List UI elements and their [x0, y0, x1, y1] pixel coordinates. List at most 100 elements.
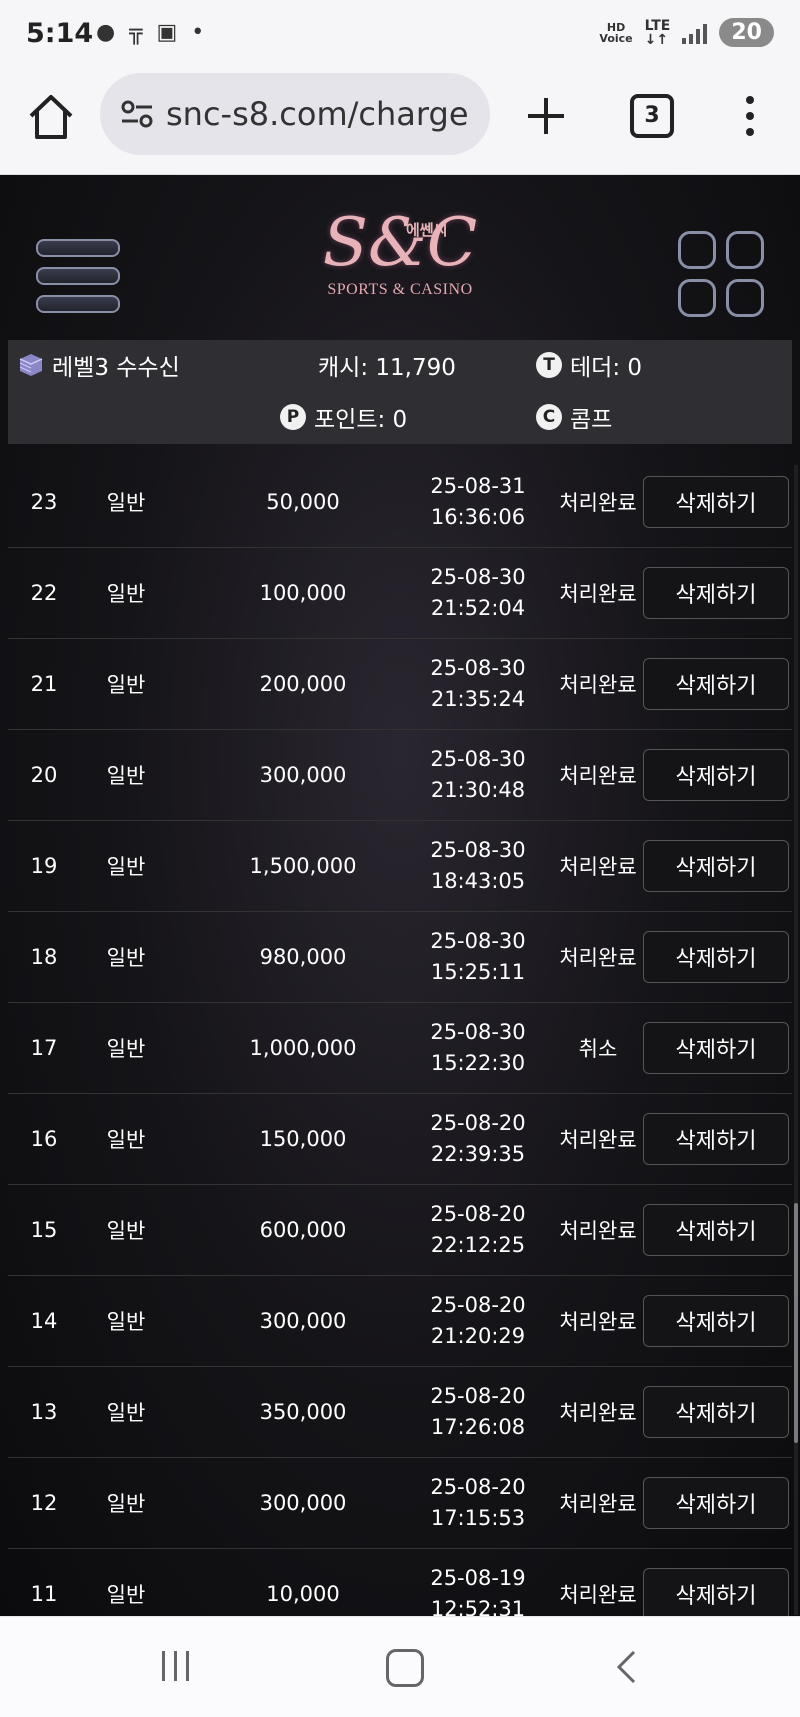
- row-action: 삭제하기: [643, 548, 789, 638]
- row-action: 삭제하기: [643, 457, 789, 547]
- delete-button[interactable]: 삭제하기: [643, 1568, 789, 1616]
- row-number: 21: [30, 672, 58, 696]
- comp-text: 콤프: [570, 407, 613, 433]
- delete-button[interactable]: 삭제하기: [643, 476, 789, 528]
- delete-button[interactable]: 삭제하기: [643, 749, 789, 801]
- table-row: 20 일반 300,000 25-08-30 21:30:48 처리완료 삭제하기: [8, 730, 792, 821]
- status-bar: 5:14 ● ╦ ▣ • HD Voice LTE ↓↑ 20: [0, 0, 800, 70]
- delete-button[interactable]: 삭제하기: [643, 1477, 789, 1529]
- row-time: 17:26:08: [430, 1415, 526, 1439]
- row-date: 25-08-19: [430, 1566, 526, 1590]
- home-icon[interactable]: [26, 92, 76, 142]
- row-date: 25-08-30: [430, 565, 526, 589]
- row-date: 25-08-30: [430, 1020, 526, 1044]
- comp-balance[interactable]: C 콤프: [536, 400, 612, 434]
- delete-button[interactable]: 삭제하기: [643, 1022, 789, 1074]
- row-status: 처리완료: [559, 491, 637, 515]
- browser-toolbar: snc-s8.com/charge 3: [0, 70, 800, 175]
- url-text[interactable]: snc-s8.com/charge: [166, 95, 469, 133]
- row-amount: 980,000: [259, 945, 347, 969]
- row-status: 처리완료: [559, 1310, 637, 1334]
- recent-apps-icon[interactable]: [162, 1651, 189, 1681]
- row-number: 11: [30, 1582, 58, 1606]
- row-time: 18:43:05: [430, 869, 526, 893]
- row-datetime: 25-08-30 18:43:05: [408, 821, 548, 911]
- row-type: 일반: [106, 1037, 146, 1061]
- row-date: 25-08-20: [430, 1384, 526, 1408]
- delete-button[interactable]: 삭제하기: [643, 1113, 789, 1165]
- delete-button[interactable]: 삭제하기: [643, 1386, 789, 1438]
- user-info-bar: 레벨3 수수신 캐시: 11,790 T 테더: 0 P 포인트: 0 C 콤프: [8, 340, 792, 444]
- user-level-text: 레벨3 수수신: [52, 355, 180, 381]
- point-balance: P 포인트: 0: [280, 400, 407, 434]
- status-time: 5:14: [26, 18, 94, 49]
- point-text: 포인트: 0: [314, 407, 408, 433]
- row-number: 12: [30, 1491, 58, 1515]
- row-action: 삭제하기: [643, 1458, 789, 1548]
- table-row: 22 일반 100,000 25-08-30 21:52:04 처리완료 삭제하기: [8, 548, 792, 639]
- row-time: 15:25:11: [430, 960, 526, 984]
- delete-button[interactable]: 삭제하기: [643, 658, 789, 710]
- row-datetime: 25-08-30 15:22:30: [408, 1003, 548, 1093]
- row-amount: 600,000: [259, 1218, 347, 1242]
- row-time: 21:30:48: [430, 778, 526, 802]
- row-status: 처리완료: [559, 673, 637, 697]
- lte-label: LTE: [644, 17, 671, 34]
- site-settings-icon[interactable]: [118, 94, 158, 134]
- logo-korean-text: 에쎈씨: [406, 221, 448, 239]
- tether-balance: T 테더: 0: [536, 348, 642, 382]
- user-level: 레벨3 수수신: [18, 348, 180, 382]
- scrollbar-thumb[interactable]: [794, 1203, 798, 1443]
- address-bar[interactable]: snc-s8.com/charge: [100, 73, 490, 155]
- row-time: 21:20:29: [430, 1324, 526, 1348]
- row-type: 일반: [106, 1310, 146, 1334]
- point-icon: P: [280, 404, 306, 430]
- tab-switcher-button[interactable]: 3: [630, 94, 674, 138]
- row-date: 25-08-20: [430, 1293, 526, 1317]
- row-amount: 300,000: [259, 1491, 347, 1515]
- row-status: 처리완료: [559, 764, 637, 788]
- row-number: 13: [30, 1400, 58, 1424]
- row-action: 삭제하기: [643, 1185, 789, 1275]
- hamburger-menu-icon[interactable]: [36, 239, 120, 313]
- delete-button[interactable]: 삭제하기: [643, 840, 789, 892]
- grid-menu-icon[interactable]: [678, 231, 764, 317]
- site-logo[interactable]: S&C 에쎈씨 SPORTS & CASINO: [320, 185, 480, 335]
- row-status: 취소: [578, 1037, 618, 1061]
- row-datetime: 25-08-19 12:52:31: [408, 1549, 548, 1616]
- new-tab-icon[interactable]: [524, 94, 568, 138]
- row-date: 25-08-30: [430, 838, 526, 862]
- row-time: 21:35:24: [430, 687, 526, 711]
- row-time: 22:12:25: [430, 1233, 526, 1257]
- row-date: 25-08-30: [430, 656, 526, 680]
- row-action: 삭제하기: [643, 1094, 789, 1184]
- row-amount: 350,000: [259, 1400, 347, 1424]
- logo-main-text: S&C: [322, 204, 478, 281]
- row-datetime: 25-08-20 17:26:08: [408, 1367, 548, 1457]
- delete-button[interactable]: 삭제하기: [643, 931, 789, 983]
- row-datetime: 25-08-20 22:39:35: [408, 1094, 548, 1184]
- home-nav-icon[interactable]: [386, 1649, 424, 1687]
- row-time: 17:15:53: [430, 1506, 526, 1530]
- row-time: 12:52:31: [430, 1597, 526, 1616]
- delete-button[interactable]: 삭제하기: [643, 1295, 789, 1347]
- delete-button[interactable]: 삭제하기: [643, 567, 789, 619]
- row-type: 일반: [106, 946, 146, 970]
- browser-menu-icon[interactable]: [740, 92, 760, 140]
- row-date: 25-08-30: [430, 747, 526, 771]
- row-number: 14: [30, 1309, 58, 1333]
- back-icon[interactable]: [612, 1649, 642, 1685]
- notification-icons: ● ╦ ▣ •: [96, 20, 204, 45]
- row-action: 삭제하기: [643, 1276, 789, 1366]
- table-row: 14 일반 300,000 25-08-20 21:20:29 처리완료 삭제하기: [8, 1276, 792, 1367]
- dot-icon: •: [191, 20, 205, 45]
- row-action: 삭제하기: [643, 1367, 789, 1457]
- delete-button[interactable]: 삭제하기: [643, 1204, 789, 1256]
- row-amount: 300,000: [259, 1309, 347, 1333]
- row-datetime: 25-08-30 15:25:11: [408, 912, 548, 1002]
- row-number: 19: [30, 854, 58, 878]
- row-amount: 100,000: [259, 581, 347, 605]
- row-number: 23: [30, 490, 58, 514]
- table-row: 13 일반 350,000 25-08-20 17:26:08 처리완료 삭제하기: [8, 1367, 792, 1458]
- row-datetime: 25-08-30 21:30:48: [408, 730, 548, 820]
